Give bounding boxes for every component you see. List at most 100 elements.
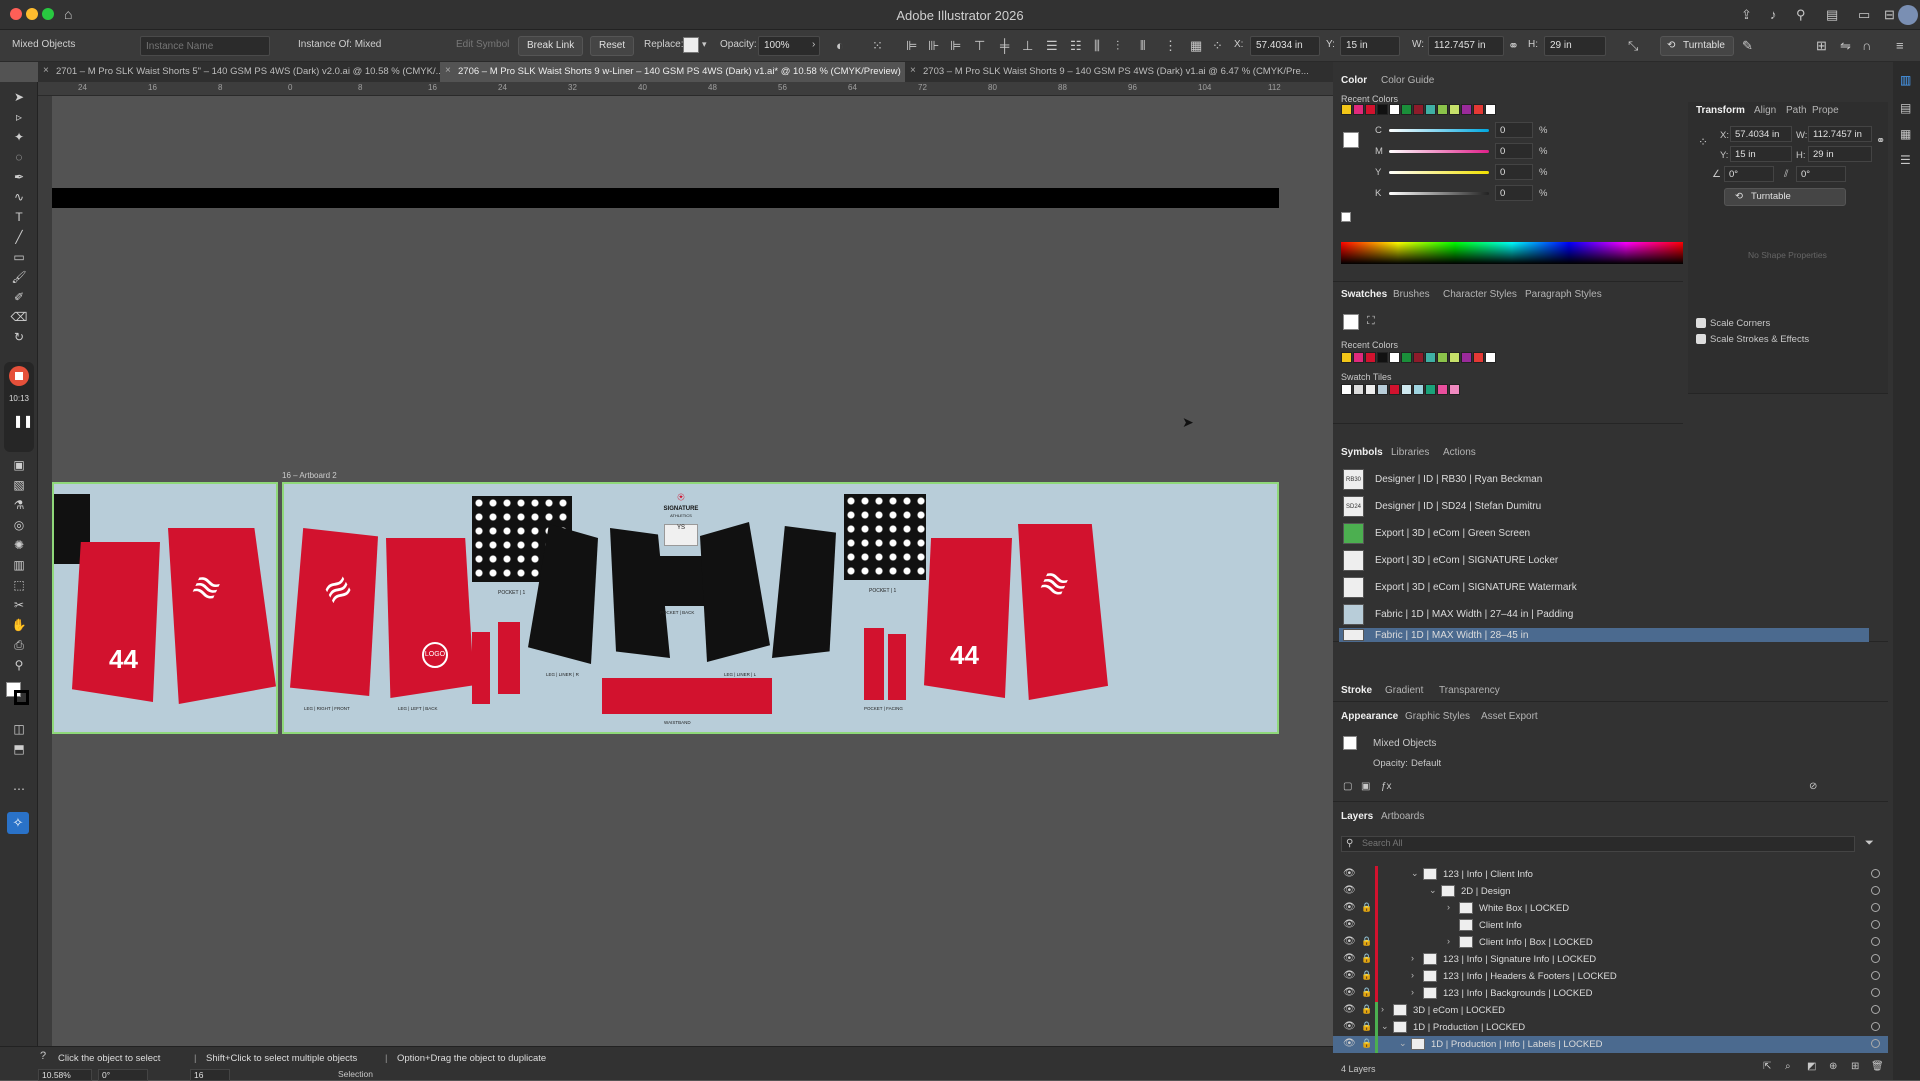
tab-asset-export[interactable]: Asset Export [1481,711,1538,722]
tab-transform[interactable]: Transform [1696,105,1745,116]
channel-y-slider[interactable] [1389,171,1489,174]
tab-properties[interactable]: Prope [1812,105,1839,116]
zoom-tool-icon[interactable]: ⚲ [9,658,29,676]
eyedropper-tool-icon[interactable]: ⚗ [9,498,29,516]
h-field[interactable]: 29 in [1544,36,1606,56]
black-bar-object[interactable] [52,188,1279,208]
visibility-icon[interactable]: 👁 [1343,1004,1356,1015]
align-center-icon[interactable]: ⊪ [928,39,939,52]
lock-icon[interactable]: 🔒 [1361,953,1372,964]
none-white-swatch[interactable] [1341,212,1351,222]
chevron-right-icon[interactable]: › [1411,987,1414,997]
direct-selection-tool-icon[interactable]: ▹ [9,110,29,128]
target-icon[interactable] [1871,886,1880,895]
target-icon[interactable] [1871,988,1880,997]
tab-transparency[interactable]: Transparency [1439,685,1500,696]
visibility-icon[interactable]: 👁 [1343,936,1356,947]
more-tools-icon[interactable]: ⋯ [9,782,29,800]
symbol-sprayer-tool-icon[interactable]: ✺ [9,538,29,556]
swatch-tile[interactable] [1425,384,1436,395]
fill-indicator[interactable] [1343,132,1359,148]
recent-swatch[interactable] [1353,104,1364,115]
chevron-right-icon[interactable]: › [1447,902,1450,912]
locate-object-icon[interactable]: ⌕ [1785,1062,1791,1072]
tab-doc-2701[interactable]: × 2701 – M Pro SLK Waist Shorts 5" – 140… [38,62,440,82]
pause-icon[interactable]: ❚❚ [13,414,33,428]
tab-actions[interactable]: Actions [1443,447,1476,458]
align-right-icon[interactable]: ⊫ [950,39,961,52]
panels-icon[interactable]: ▭ [1858,8,1870,21]
magnet-icon[interactable]: ∩ [1862,39,1871,52]
line-tool-icon[interactable]: ╱ [9,230,29,248]
recent-swatch[interactable] [1485,104,1496,115]
blend-tool-icon[interactable]: ◎ [9,518,29,536]
recent-swatch[interactable] [1437,104,1448,115]
target-icon[interactable] [1871,1005,1880,1014]
align-to-icon[interactable]: ▦ [1190,39,1202,52]
visibility-icon[interactable]: 👁 [1343,902,1356,913]
recent-swatch[interactable] [1461,352,1472,363]
symbol-item[interactable]: Export | 3D | eCom | Green Screen [1339,520,1869,547]
blob-brush-tool-icon[interactable]: ✐ [9,290,29,308]
add-stroke-icon[interactable]: ▢ [1343,782,1352,792]
layer-row[interactable]: 👁 🔒 › Client Info | Box | LOCKED [1333,934,1888,951]
tab-symbols[interactable]: Symbols [1341,447,1383,458]
turntable-button[interactable]: ⟲ Turntable [1660,36,1734,56]
pin-icon[interactable]: ✎ [1742,39,1753,52]
clipping-mask-icon[interactable]: ◩ [1807,1062,1816,1072]
lock-icon[interactable]: 🔒 [1361,1004,1372,1015]
break-link-button[interactable]: Break Link [518,36,584,56]
recent-swatch[interactable] [1341,104,1352,115]
tab-color[interactable]: Color [1341,75,1367,86]
generative-tool-icon[interactable]: ✧ [7,812,29,834]
close-tab-icon[interactable]: × [910,65,916,76]
chevron-right-icon[interactable]: › [1411,953,1414,963]
align-top-icon[interactable]: ⊤ [974,39,985,52]
avatar[interactable] [1898,5,1918,25]
chevron-right-icon[interactable]: › [1411,970,1414,980]
lasso-tool-icon[interactable]: ◌ [9,150,29,168]
swatch-tile[interactable] [1437,384,1448,395]
rotate-view-field[interactable]: 0° [98,1069,148,1081]
recent-swatch[interactable] [1425,104,1436,115]
chevron-right-icon[interactable]: › [1381,1004,1384,1014]
help-icon[interactable]: ? [40,1051,46,1062]
t-y-field[interactable]: 15 in [1730,146,1792,162]
properties-icon[interactable]: ▥ [1900,74,1911,86]
horizontal-ruler[interactable]: 24 16 8 0 8 16 24 32 40 48 56 64 72 80 8… [38,82,1333,96]
recent-swatch[interactable] [1449,104,1460,115]
symbol-item[interactable]: Export | 3D | eCom | SIGNATURE Watermark [1339,574,1869,601]
t-h-field[interactable]: 29 in [1808,146,1872,162]
layer-row[interactable]: 👁 🔒 › 3D | eCom | LOCKED [1333,1002,1888,1019]
visibility-icon[interactable]: 👁 [1343,885,1356,896]
symbol-item[interactable]: Export | 3D | eCom | SIGNATURE Locker [1339,547,1869,574]
y-field[interactable]: 15 in [1340,36,1400,56]
recent-swatch[interactable] [1401,352,1412,363]
turntable-panel-button[interactable]: ⟲ Turntable [1724,188,1846,206]
align-bottom-icon[interactable]: ⊥ [1022,39,1033,52]
close-tab-icon[interactable]: × [445,65,451,76]
swatch-tile[interactable] [1449,384,1460,395]
tab-character-styles[interactable]: Character Styles [1443,289,1517,300]
scale-strokes-checkbox[interactable] [1696,334,1706,344]
chevron-down-icon[interactable]: ⌄ [1399,1038,1407,1049]
reference-point-icon[interactable]: ⁘ [1212,39,1223,52]
artboard-2[interactable]: ≋ LOGO POCKET | 1 ⍟ SIGNATURE ATHLETICS … [282,482,1279,734]
distribute-spacing-icon[interactable]: ⫶ [1116,39,1119,52]
fx-icon[interactable]: ƒx [1381,782,1392,792]
distribute-space-icon[interactable]: ⋮ [1164,39,1177,52]
eraser-tool-icon[interactable]: ⌫ [9,310,29,328]
chevron-down-icon[interactable]: ⌄ [1411,868,1419,879]
grid-select-icon[interactable]: ⁙ [872,39,883,52]
recent-swatch[interactable] [1365,104,1376,115]
opacity-field[interactable]: 100% [758,36,820,56]
recent-swatch[interactable] [1353,352,1364,363]
recent-swatch[interactable] [1389,352,1400,363]
angle-field[interactable]: 0° [1724,166,1774,182]
layer-row[interactable]: 👁 🔒 › 123 | Info | Signature Info | LOCK… [1333,951,1888,968]
lock-icon[interactable]: 🔒 [1361,902,1372,913]
tab-swatches[interactable]: Swatches [1341,289,1387,300]
print-tiling-tool-icon[interactable]: ⎙ [9,638,29,656]
recent-swatch[interactable] [1449,352,1460,363]
reset-button[interactable]: Reset [590,36,635,56]
